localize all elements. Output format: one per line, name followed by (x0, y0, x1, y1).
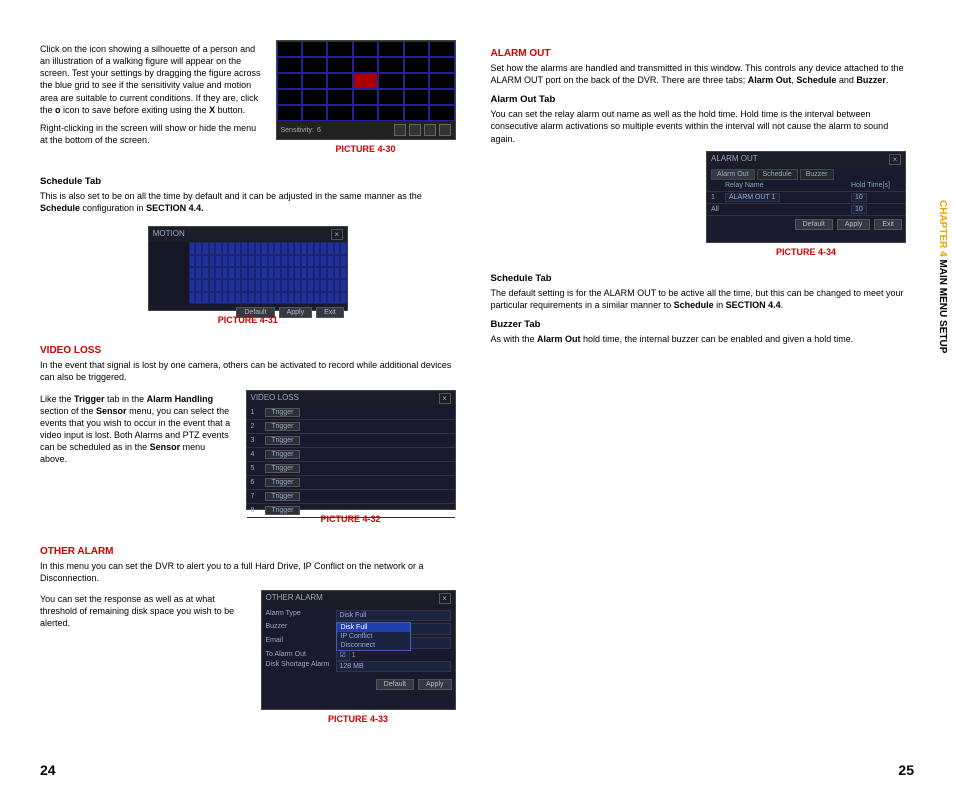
chapter-sidebar: CHAPTER 4 MAIN MENU SETUP (937, 200, 948, 353)
save-icon (409, 124, 421, 136)
default-button: Default (376, 679, 414, 690)
alarm-out-heading: ALARM OUT (491, 48, 907, 59)
schedule-tab-heading: Schedule Tab (40, 176, 456, 187)
other-alarm-p1: In this menu you can set the DVR to aler… (40, 560, 456, 584)
person-icon (394, 124, 406, 136)
buzzer-tab-p: As with the Alarm Out hold time, the int… (491, 333, 907, 345)
caption-4-33: PICTURE 4-33 (261, 714, 456, 724)
page-number-right: 25 (898, 762, 914, 778)
buzzer-tab-heading: Buzzer Tab (491, 319, 907, 330)
default-button: Default (795, 219, 833, 230)
close-icon: × (439, 393, 451, 404)
figure-4-33: OTHER ALARM× Alarm Type Disk Full Disk F… (261, 590, 456, 732)
video-loss-p1: In the event that signal is lost by one … (40, 359, 456, 383)
left-column: Sensitivity: 6 PICTURE 4-30 Click on the… (40, 40, 481, 738)
schedule-tab-paragraph: This is also set to be on all the time b… (40, 190, 456, 214)
exit-button: Exit (874, 219, 902, 230)
apply-button: Apply (418, 679, 452, 690)
other-alarm-heading: OTHER ALARM (40, 546, 456, 557)
disk-icon (424, 124, 436, 136)
apply-button: Apply (837, 219, 871, 230)
close-icon: × (439, 593, 451, 604)
sensitivity-value: 6 (317, 127, 321, 134)
figure-4-32: VIDEO LOSS× 1Trigger 2Trigger 3Trigger 4… (246, 390, 456, 532)
figure-4-31: MOTION× DefaultApplyExit PICTURE 4-31 (148, 226, 348, 333)
video-loss-heading: VIDEO LOSS (40, 345, 456, 356)
alarm-out-p1: Set how the alarms are handled and trans… (491, 62, 907, 86)
sensitivity-bar[interactable]: Sensitivity: 6 (277, 121, 455, 139)
figure-4-34: ALARM OUT× Alarm OutScheduleBuzzer Relay… (706, 151, 906, 265)
sensitivity-label: Sensitivity: (281, 127, 314, 134)
caption-4-30: PICTURE 4-30 (276, 144, 456, 154)
alarm-out-tab-heading: Alarm Out Tab (491, 94, 907, 105)
motion-figure-icon (353, 73, 378, 89)
schedule-tab-p-r: The default setting is for the ALARM OUT… (491, 287, 907, 311)
alarm-out-tab-p: You can set the relay alarm out name as … (491, 108, 907, 144)
figure-4-30: Sensitivity: 6 PICTURE 4-30 (276, 40, 456, 162)
alarm-out-tabs[interactable]: Alarm OutScheduleBuzzer (707, 167, 905, 180)
schedule-tab-heading-r: Schedule Tab (491, 273, 907, 284)
caption-4-34: PICTURE 4-34 (706, 247, 906, 257)
close-icon (439, 124, 451, 136)
page-number-left: 24 (40, 762, 56, 778)
right-column: ALARM OUT Set how the alarms are handled… (481, 40, 925, 738)
close-icon: × (889, 154, 901, 165)
caption-4-32: PICTURE 4-32 (246, 514, 456, 524)
close-icon: × (331, 229, 343, 240)
